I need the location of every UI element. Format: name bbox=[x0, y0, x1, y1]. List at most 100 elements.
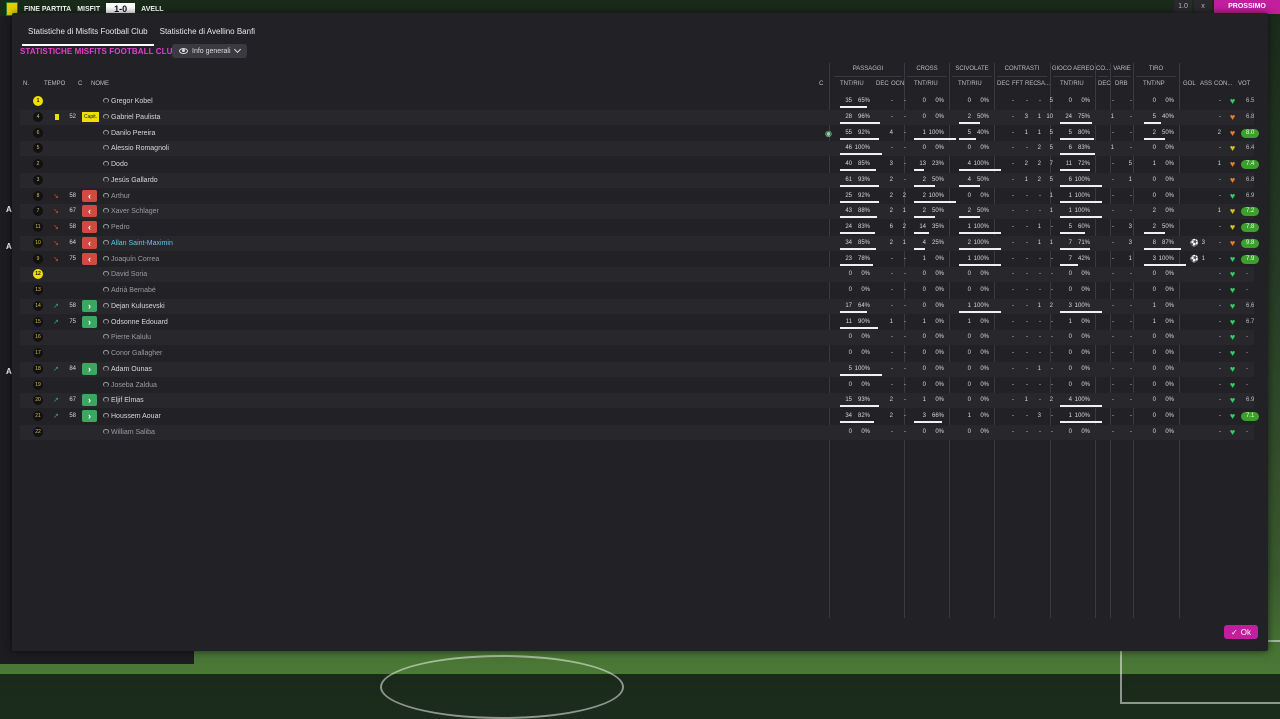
col-header-n[interactable]: N. bbox=[23, 81, 29, 87]
rating-badge: 8.0 bbox=[1241, 128, 1260, 138]
sub-in-button[interactable]: › bbox=[82, 410, 97, 422]
stat-bar-tiro bbox=[1144, 263, 1186, 266]
col-header-c[interactable]: C bbox=[78, 81, 82, 87]
player-name[interactable]: Xaver Schlager bbox=[111, 204, 159, 219]
stat-bar-aereo bbox=[1060, 184, 1102, 187]
player-name[interactable]: William Saliba bbox=[111, 425, 155, 440]
player-name[interactable]: Danilo Pereira bbox=[111, 126, 155, 141]
rating-badge: - bbox=[1246, 381, 1248, 388]
player-name[interactable]: Houssem Aouar bbox=[111, 409, 161, 424]
sub-out-button[interactable]: ‹ bbox=[82, 252, 97, 265]
table-row[interactable]: 17 Conor Gallagher 0 0% - - 0 0% 0 0% - - - - 0 0% - - 0 0%… bbox=[20, 346, 1254, 361]
player-icon bbox=[102, 208, 109, 214]
table-row[interactable]: 10 ↘ 64 ‹ Allan Saint-Maximin 34 85% 2 1 4 25% 2 100… bbox=[20, 235, 1260, 251]
table-row[interactable]: 15 ↗ 75 › Odsonne Edouard 11 90% 1-1 0% 1 0% - - - -1 0… bbox=[20, 315, 1254, 330]
player-name[interactable]: Gregor Kobel bbox=[111, 94, 153, 109]
player-name[interactable]: Joseba Zaldua bbox=[111, 378, 157, 393]
stat-co: - bbox=[1112, 161, 1114, 167]
table-row[interactable]: 3 Jesús Gallardo 61 93% 2-2 50% 4 50% -1 2 5 6 100% -… bbox=[20, 172, 1254, 188]
table-row[interactable]: 1 Gregor Kobel 35 65% - -0 0% 0 0% - - -5 0 0% - -0 0% - ♥… bbox=[20, 94, 1254, 109]
sub-out-button[interactable]: ‹ bbox=[82, 189, 97, 202]
table-row[interactable]: 4 52 Capit. Gabriel Paulista 28 96% - -0 0% 2 50% -… bbox=[20, 109, 1254, 125]
stat-scivolate-pct: 0% bbox=[980, 397, 989, 404]
col-header-tnt_riu[interactable]: TNT/RIU bbox=[958, 81, 982, 87]
table-row[interactable]: 13 Adrià Bernabé 0 0% - - 0 0% 0 0% - - - - 0 0% - - 0 0% - ♥… bbox=[20, 283, 1254, 298]
sub-out-button[interactable]: ‹ bbox=[82, 221, 97, 233]
sub-in-button[interactable]: › bbox=[82, 394, 97, 407]
player-name[interactable]: Pedro bbox=[111, 220, 130, 235]
col-header-gol[interactable]: GOL bbox=[1183, 81, 1196, 87]
stat-bar-passaggi bbox=[840, 263, 873, 266]
player-name[interactable]: Adam Ounas bbox=[111, 362, 152, 377]
col-header-tnt_unp[interactable]: TNT/NP bbox=[1143, 81, 1165, 87]
player-name[interactable]: Arthur bbox=[111, 189, 130, 204]
stat-p-dec: - bbox=[891, 98, 893, 104]
table-row[interactable]: 21 ↗ 58 › Houssem Aouar 34 82% 2-3 66% 1 0% - -3-1 10… bbox=[20, 409, 1260, 424]
player-name[interactable]: Gabriel Paulista bbox=[111, 110, 160, 125]
sub-in-button[interactable]: › bbox=[82, 299, 97, 312]
table-row[interactable]: 12 David Soria 0 0% - - 0 0% 0 0% - - - - 0 0% - - 0 0% - ♥ - bbox=[20, 267, 1254, 283]
stat-scivolate-tnt: 0 bbox=[967, 145, 971, 152]
table-row[interactable]: 11 ↘ 58 ‹ Pedro 24 83% 6 2 14 35% 1 100% - -1-5 60% -3 2 5… bbox=[20, 220, 1260, 235]
player-name[interactable]: Adrià Bernabé bbox=[111, 283, 156, 298]
table-row[interactable]: 7 ↘ 67 ‹ Xaver Schlager 43 88% 2 1 2 50% 2 50% - - -1 1 1… bbox=[20, 204, 1260, 220]
col-header-tnt_riu[interactable]: TNT/RIU bbox=[840, 81, 864, 87]
player-icon bbox=[102, 381, 109, 388]
col-header-fft[interactable]: FFT bbox=[1012, 81, 1023, 87]
player-name[interactable]: Odsonne Edouard bbox=[111, 315, 168, 330]
table-row[interactable]: 20 ↗ 67 › Eljif Elmas 15 93% 2-1 0% 0 0% -1-2 4 100% -… bbox=[20, 393, 1254, 409]
continue-button[interactable]: PROSSIMO bbox=[1214, 0, 1280, 14]
ok-button[interactable]: ✓ Ok bbox=[1224, 625, 1258, 639]
table-row[interactable]: 14 ↗ 58 › Dejan Kulusevski 17 64% - -0 0% 1 100% - -1… bbox=[20, 298, 1254, 314]
col-header-sa[interactable]: SA... bbox=[1037, 81, 1050, 87]
player-name[interactable]: Joaquín Correa bbox=[111, 252, 159, 267]
player-icon bbox=[102, 161, 109, 167]
close-small-button[interactable]: x bbox=[1194, 0, 1212, 14]
col-header-dec[interactable]: DEC bbox=[876, 81, 889, 87]
table-row[interactable]: 22 William Saliba 0 0% - - 0 0% 0 0% - - - - 0 0% - - 0 0% -… bbox=[20, 424, 1254, 440]
col-header-con[interactable]: CON... bbox=[1214, 81, 1232, 87]
col-header-tnt_riu[interactable]: TNT/RIU bbox=[914, 81, 938, 87]
col-header-dec[interactable]: DEC bbox=[1098, 81, 1111, 87]
sub-in-button[interactable]: › bbox=[82, 362, 97, 375]
col-header-nome[interactable]: NOME bbox=[91, 81, 109, 87]
speed-indicator[interactable]: 1.0 bbox=[1174, 0, 1192, 14]
table-row[interactable]: 19 Joseba Zaldua 0 0% - - 0 0% 0 0% - - - - 0 0% - - 0 0% - ♥… bbox=[20, 378, 1254, 393]
player-name[interactable]: Conor Gallagher bbox=[111, 346, 162, 361]
stat-k-dec: - bbox=[1012, 224, 1014, 230]
col-header-ass[interactable]: ASS bbox=[1200, 81, 1212, 87]
stat-co: - bbox=[1112, 224, 1114, 230]
player-name[interactable]: Eljif Elmas bbox=[111, 393, 144, 408]
player-name[interactable]: Alessio Romagnoli bbox=[111, 141, 169, 156]
table-row[interactable]: 6 Danilo Pereira ◉ 55 92% 4-1 100% 5 40% -1 1 5 5 80%… bbox=[20, 126, 1260, 141]
col-header-c2[interactable]: C bbox=[819, 81, 823, 87]
player-name[interactable]: Dejan Kulusevski bbox=[111, 299, 165, 314]
stat-cross-pct: 0% bbox=[935, 113, 944, 120]
tab-avellino-stats[interactable]: Statistiche di Avellino Banfi bbox=[154, 23, 261, 46]
stat-bar-aereo bbox=[1060, 421, 1102, 423]
player-name[interactable]: David Soria bbox=[111, 267, 147, 282]
col-header-drb[interactable]: DRB bbox=[1115, 81, 1128, 87]
table-row[interactable]: 8 ↘ 58 ‹ Arthur 25 92% 2 2 2 100% 0 0% - - -1 1 100% - -0 0%… bbox=[20, 189, 1254, 204]
player-name[interactable]: Dodo bbox=[111, 157, 128, 172]
table-row[interactable]: 2 Dodo 40 85% 3-13 23% 4 100% -2 2 7 11 72% -5 1 0% 1 ♥ 7.… bbox=[20, 157, 1260, 172]
col-header-dec[interactable]: DEC bbox=[997, 81, 1010, 87]
table-row[interactable]: 5 Alessio Romagnoli 46 100% - -0 0% 0 0% - -2 5 6 83%… bbox=[20, 141, 1254, 157]
sub-out-button[interactable]: ‹ bbox=[82, 205, 97, 218]
sub-out-button[interactable]: ‹ bbox=[82, 236, 97, 249]
tab-misfits-stats[interactable]: Statistiche di Misfits Football Club bbox=[22, 23, 154, 46]
view-dropdown[interactable]: Info generali bbox=[172, 44, 247, 58]
table-row[interactable]: 18 ↗ 84 › Adam Ounas 5 100% - -0 0% 0 0% - -1-0 0% - -0 0… bbox=[20, 361, 1254, 377]
sub-in-button[interactable]: › bbox=[82, 315, 97, 328]
table-row[interactable]: 16 Pierre Kalulu 0 0% - - 0 0% 0 0% - - - - 0 0% - - 0 0% - ♥… bbox=[20, 330, 1254, 346]
player-name[interactable]: Allan Saint-Maximin bbox=[111, 236, 173, 251]
col-header-tnt_riu[interactable]: TNT/RIU bbox=[1060, 81, 1084, 87]
player-name[interactable]: Jesús Gallardo bbox=[111, 173, 158, 188]
col-header-ocn[interactable]: OCN bbox=[891, 81, 904, 87]
player-name[interactable]: Pierre Kalulu bbox=[111, 330, 151, 345]
col-header-rec[interactable]: REC bbox=[1025, 81, 1038, 87]
col-header-vot[interactable]: VOT bbox=[1238, 81, 1250, 87]
stat-scivolate-tnt: 0 bbox=[967, 287, 971, 293]
col-header-tempo[interactable]: TEMPO bbox=[44, 81, 65, 87]
table-row[interactable]: 9 ↘ 75 ‹ Joaquín Correa 23 78% - -1 0% 1 100% - - - -7 4… bbox=[20, 252, 1260, 267]
